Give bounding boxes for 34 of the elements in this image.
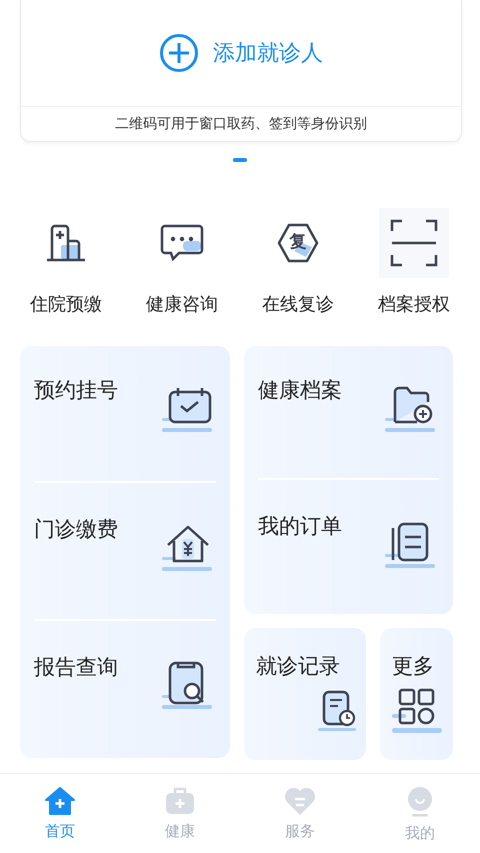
- service-item[interactable]: 我的订单: [244, 480, 439, 614]
- service-tile[interactable]: 就诊记录: [244, 628, 366, 760]
- medical-kit-icon: [164, 786, 196, 816]
- service-label: 门诊缴费: [34, 516, 118, 543]
- service-tile[interactable]: 更多: [380, 628, 453, 760]
- page-indicator: [233, 158, 247, 162]
- quick-action[interactable]: 住院预缴: [8, 208, 124, 316]
- quick-action[interactable]: 档案授权: [356, 208, 472, 316]
- scan-icon: [390, 219, 438, 267]
- clipboard-search-icon: [162, 661, 214, 712]
- service-item[interactable]: 报告查询: [20, 621, 216, 758]
- hexagon-label: 复: [288, 232, 308, 252]
- caption-text: 二维码可用于窗口取药、签到等身份识别: [115, 115, 367, 133]
- heart-icon: [283, 786, 317, 816]
- service-label: 就诊记录: [256, 653, 340, 680]
- service-item[interactable]: 预约挂号: [20, 346, 216, 481]
- house-yen-icon: [162, 522, 214, 573]
- folder-plus-icon: [385, 384, 437, 434]
- chat-bubble-icon: [159, 223, 205, 263]
- service-label: 我的订单: [258, 513, 342, 540]
- service-label: 更多: [392, 653, 434, 680]
- order-list-icon: [385, 520, 437, 570]
- service-item[interactable]: 健康档案: [244, 346, 439, 478]
- hexagon-icon: [276, 221, 320, 265]
- plus-circle-icon: [159, 33, 199, 73]
- document-clock-icon: [318, 690, 358, 732]
- quick-action[interactable]: 复 在线复诊: [240, 208, 356, 316]
- quick-action[interactable]: 健康咨询: [124, 208, 240, 316]
- service-label: 健康档案: [258, 377, 342, 404]
- service-label: 报告查询: [34, 654, 118, 682]
- service-label: 预约挂号: [34, 377, 118, 404]
- service-item[interactable]: 门诊缴费: [20, 482, 216, 620]
- home-icon: [44, 786, 76, 816]
- grid-icon: [392, 688, 442, 736]
